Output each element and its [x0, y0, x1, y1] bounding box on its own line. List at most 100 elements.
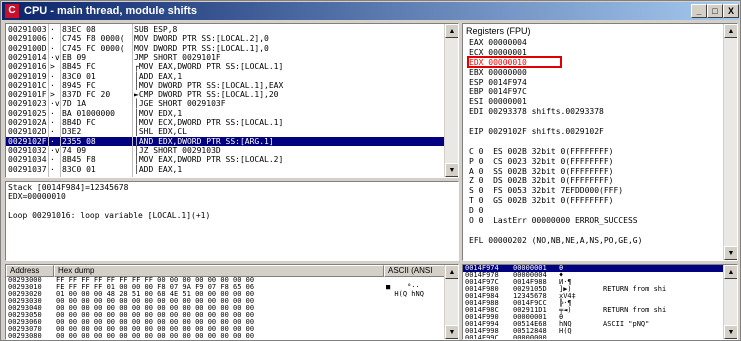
disassembly-pane[interactable]: 00291003 · 83EC 08 SUB ESP,8 00291006 · C745 F…: [5, 23, 459, 178]
disasm-hex: 8B45 FC: [62, 62, 96, 72]
disasm-hex: EB 09: [62, 52, 87, 62]
maximize-button[interactable]: □: [707, 4, 723, 18]
register-line: C 0 ES 002B 32bit 0(FFFFFFFF): [469, 146, 614, 156]
disasm-instruction: │MOV EAX,DWORD PTR SS:[LOCAL.2]: [134, 155, 284, 165]
register-line: [469, 226, 642, 236]
register-line: EBP 0014F97C: [469, 87, 527, 97]
title-bar[interactable]: C CPU - main thread, module shifts _ □ X: [2, 2, 739, 20]
disasm-instruction: │MOV ECX,DWORD PTR SS:[LOCAL.1]: [134, 118, 284, 127]
stack-row: 0014F980 0029105D]▶) RETURN from shi: [463, 286, 723, 293]
stack-comment: RETURN from shi: [603, 306, 667, 314]
disasm-row[interactable]: 0029102D · D3E2 │SHL EDX,CL: [6, 127, 446, 136]
disassembly-scrollbar[interactable]: ▲ ▼: [444, 24, 458, 177]
stack-comment: RETURN from shi: [603, 285, 667, 293]
registers-list: EAX 00000004 ECX 00000001 EDX 00000010 EBX …: [469, 38, 642, 246]
register-line: [469, 117, 642, 127]
disasm-address: 0029102F: [8, 136, 47, 146]
registers-scrollbar[interactable]: ▲ ▼: [723, 24, 737, 260]
disasm-row[interactable]: 00291037 · 83C0 01 │ADD EAX,1: [6, 165, 446, 174]
disasm-row[interactable]: 00291032 ·v 74 09 │JZ SHORT 0029103D: [6, 146, 446, 155]
scroll-up-icon[interactable]: ▲: [445, 265, 458, 279]
disasm-row[interactable]: 00291003 · 83EC 08 SUB ESP,8: [6, 25, 446, 34]
disasm-row[interactable]: 00291016 >8B45 FC ┌MOV EAX,DWORD PTR SS:[L…: [6, 62, 446, 71]
register-line: EAX 00000004: [469, 38, 527, 47]
disasm-hex: BA 01000000: [62, 108, 115, 118]
disasm-row[interactable]: 0029102A · 8B4D FC │MOV ECX,DWORD PTR SS:[L…: [6, 118, 446, 127]
disasm-hex: 8B45 F8: [62, 155, 96, 165]
disasm-row[interactable]: 0029102F · 2355 08 │AND EDX,DWORD PTR SS:[A…: [6, 136, 446, 146]
disasm-marker: ·: [50, 136, 55, 146]
disasm-row[interactable]: 0029101F >837D FC 20 ►CMP DWORD PTR SS:[LO…: [6, 90, 446, 99]
scroll-up-icon[interactable]: ▲: [445, 24, 458, 38]
disasm-instruction: ┌MOV EAX,DWORD PTR SS:[LOCAL.1]: [134, 62, 284, 72]
info-lines: Stack [0014F984]=12345678 EDX=00000010 Loo…: [8, 183, 210, 220]
info-line: Loop 00291016: loop variable [LOCAL.1](+…: [8, 210, 211, 220]
stack-ascii: H(Q: [559, 327, 572, 335]
disasm-row[interactable]: 0029100D · C745 FC 0000(MOV DWORD PTR SS:[…: [6, 44, 446, 53]
column-divider: [60, 24, 61, 177]
disasm-instruction: MOV DWORD PTR SS:[LOCAL.2],0: [134, 34, 269, 44]
disasm-address: 00291025: [8, 108, 47, 118]
close-button[interactable]: X: [723, 4, 739, 18]
disasm-hex: D3E2: [62, 127, 82, 137]
register-line: S 0 FS 0053 32bit 7EFDD000(FFF): [469, 186, 624, 196]
disasm-instruction: │SHL EDX,CL: [134, 127, 187, 137]
disasm-address: 00291032: [8, 145, 47, 155]
scroll-down-icon[interactable]: ▼: [724, 325, 737, 339]
stack-address: 0014F99C: [465, 334, 499, 340]
disasm-marker: ·: [50, 108, 55, 118]
dump-ascii-header[interactable]: ASCII (ANSI: [384, 265, 445, 277]
minimize-button[interactable]: _: [691, 4, 707, 18]
register-line: D 0: [469, 206, 484, 216]
disasm-marker: ·v: [50, 52, 60, 62]
disasm-hex: 7D 1A: [62, 99, 87, 109]
stack-row: 0014F990 00000001 θ: [463, 314, 723, 321]
disasm-address: 00291034: [8, 155, 47, 165]
stack-row: 0014F99C 00000000: [463, 335, 723, 340]
disasm-marker: ·v: [50, 99, 60, 109]
disasm-row[interactable]: 00291014 ·v EB 09 JMP SHORT 0029101F: [6, 53, 446, 62]
register-line: P 0 CS 0023 32bit 0(FFFFFFFF): [469, 156, 614, 166]
scroll-up-icon[interactable]: ▲: [724, 265, 737, 279]
disasm-instruction: │JZ SHORT 0029103D: [134, 145, 221, 155]
disasm-row[interactable]: 00291019 · 83C0 01 │ADD EAX,1: [6, 72, 446, 81]
disasm-row[interactable]: 00291034 · 8B45 F8 │MOV EAX,DWORD PTR SS:[L…: [6, 155, 446, 164]
disasm-marker: ·: [50, 25, 55, 34]
disasm-address: 00291023: [8, 99, 47, 109]
stack-pane[interactable]: 0014F974 00000001 θ 0014F978 00000004 ♦ 0014F9…: [462, 264, 738, 340]
scroll-down-icon[interactable]: ▼: [445, 163, 458, 177]
disasm-instruction: JMP SHORT 0029101F: [134, 52, 221, 62]
disasm-row[interactable]: 00291023 ·v 7D 1A │JGE SHORT 0029103F: [6, 99, 446, 108]
disasm-address: 00291003: [8, 25, 47, 34]
stack-row: 0014F998 00512848 H(Q: [463, 328, 723, 335]
disasm-hex: C745 FC 0000(: [62, 43, 125, 53]
scroll-down-icon[interactable]: ▼: [724, 246, 737, 260]
stack-scrollbar[interactable]: ▲ ▼: [723, 265, 737, 339]
disasm-hex: 8945 FC: [62, 80, 96, 90]
info-line: Stack [0014F984]=12345678: [8, 183, 129, 192]
disasm-instruction: SUB ESP,8: [134, 25, 178, 34]
disasm-hex: 8B4D FC: [62, 118, 96, 127]
disasm-address: 00291016: [8, 62, 47, 72]
disasm-row[interactable]: 00291006 · C745 F8 0000(MOV DWORD PTR SS:[…: [6, 34, 446, 43]
scroll-up-icon[interactable]: ▲: [724, 24, 737, 38]
disasm-hex: C745 F8 0000(: [62, 34, 125, 44]
disasm-row[interactable]: 00291025 · BA 01000000 │MOV EDX,1: [6, 109, 446, 118]
disasm-marker: >: [50, 90, 55, 100]
disasm-row[interactable]: 0029101C · 8945 FC │MOV DWORD PTR SS:[LOCAL…: [6, 81, 446, 90]
stack-row: 0014F98C 002911D1 ╤◄) RETURN from shi: [463, 307, 723, 314]
registers-pane[interactable]: Registers (FPU) EAX 00000004 ECX 00000001…: [462, 23, 738, 261]
stack-row: 0014F978 00000004 ♦: [463, 272, 723, 279]
disasm-hex: 83C0 01: [62, 71, 96, 81]
dump-scrollbar[interactable]: ▲ ▼: [444, 265, 458, 339]
info-line: [8, 202, 210, 211]
scroll-down-icon[interactable]: ▼: [445, 325, 458, 339]
disasm-marker: >: [50, 62, 55, 72]
register-line: ESP 0014F974: [469, 77, 527, 87]
disasm-instruction: │MOV DWORD PTR SS:[LOCAL.1],EAX: [134, 80, 284, 90]
disasm-address: 0029101C: [8, 80, 47, 90]
register-line: A 0 SS 002B 32bit 0(FFFFFFFF): [469, 166, 614, 176]
registers-header: Registers (FPU): [466, 26, 531, 36]
dump-pane[interactable]: Address Hex dump ASCII (ANSI 00293000 FF …: [5, 264, 459, 340]
stack-comment: ASCII "pNQ": [603, 320, 650, 328]
